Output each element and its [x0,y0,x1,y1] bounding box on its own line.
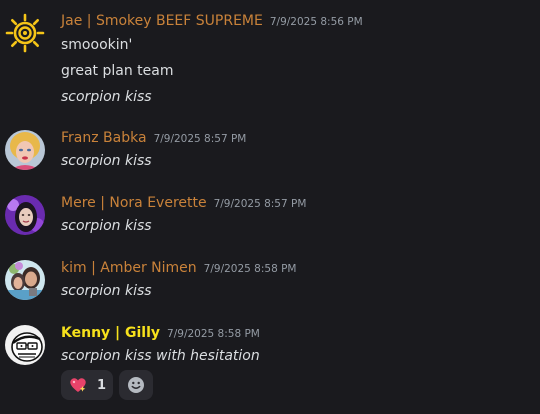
avatar[interactable] [5,195,45,235]
avatar[interactable] [5,13,45,53]
message-header: Mere | Nora Everette 7/9/2025 8:57 PM [61,195,306,215]
message-text: scorpion kiss [61,89,152,105]
message-text: scorpion kiss [61,218,152,234]
username[interactable]: Franz Babka [61,130,147,146]
username[interactable]: kim | Amber Nimen [61,260,197,276]
username[interactable]: Kenny | Gilly [61,325,160,341]
message-text: scorpion kiss [61,283,152,299]
timestamp[interactable]: 7/9/2025 8:56 PM [270,16,363,28]
sparkling-heart-icon [70,378,86,392]
franz-avatar-image [5,130,45,170]
message-header: Kenny | Gilly 7/9/2025 8:58 PM [61,325,260,345]
kim-avatar-image [5,260,45,300]
message-header: Jae | Smokey BEEF SUPREME 7/9/2025 8:56 … [61,13,363,33]
timestamp[interactable]: 7/9/2025 8:58 PM [204,263,297,275]
sun-icon [5,13,45,53]
reactions-bar: 1 [61,370,154,400]
add-reaction-button[interactable] [119,370,154,400]
avatar[interactable] [5,130,45,170]
smiley-icon [128,377,145,393]
username[interactable]: Jae | Smokey BEEF SUPREME [61,13,263,29]
avatar[interactable] [5,260,45,300]
message-text: scorpion kiss with hesitation [61,348,260,364]
timestamp[interactable]: 7/9/2025 8:57 PM [154,133,247,145]
message-text: scorpion kiss [61,153,152,169]
username[interactable]: Mere | Nora Everette [61,195,207,211]
message-header: kim | Amber Nimen 7/9/2025 8:58 PM [61,260,296,280]
timestamp[interactable]: 7/9/2025 8:58 PM [167,328,260,340]
timestamp[interactable]: 7/9/2025 8:57 PM [214,198,307,210]
message-header: Franz Babka 7/9/2025 8:57 PM [61,130,246,150]
kenny-avatar-image [5,325,45,365]
chat-message-list: Jae | Smokey BEEF SUPREME 7/9/2025 8:56 … [0,0,540,414]
message-text: smoookin' [61,37,133,53]
mere-avatar-image [5,195,45,235]
avatar[interactable] [5,325,45,365]
reaction-sparkling-heart[interactable]: 1 [61,370,114,400]
reaction-count: 1 [97,377,107,393]
message-text: great plan team [61,63,174,79]
